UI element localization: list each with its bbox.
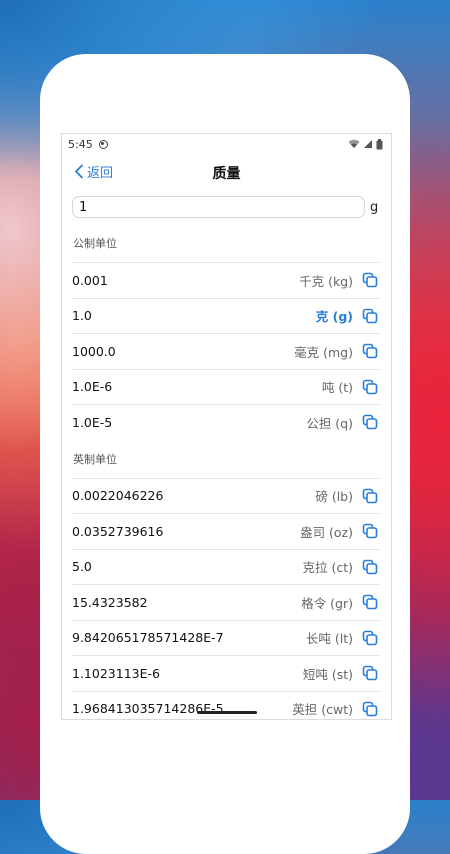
copy-icon xyxy=(362,630,378,646)
unit-label: 克拉 (ct) xyxy=(302,560,353,576)
unit-label: 英担 (cwt) xyxy=(292,702,353,718)
copy-icon xyxy=(362,379,378,395)
unit-row: 5.0 克拉 (ct) xyxy=(72,548,380,585)
copy-button[interactable] xyxy=(361,307,379,325)
copy-button[interactable] xyxy=(361,558,379,576)
unit-value: 15.4323582 xyxy=(72,594,148,610)
copy-icon xyxy=(362,343,378,359)
unit-row: 1.1023113E-6 短吨 (st) xyxy=(72,655,380,691)
unit-label: 盎司 (oz) xyxy=(300,524,353,540)
unit-value: 9.842065178571428E-7 xyxy=(72,630,224,646)
unit-label: 格令 (gr) xyxy=(301,595,353,611)
unit-row: 0.001 千克 (kg) xyxy=(72,262,380,298)
copy-button[interactable] xyxy=(361,629,379,647)
status-app-icon xyxy=(98,139,108,149)
home-indicator xyxy=(197,711,257,714)
unit-sections: 公制单位 0.001 千克 (kg) 1.0 克 (g) 1000.0 毫克 (mg) 1.0… xyxy=(62,224,391,720)
copy-button[interactable] xyxy=(361,487,379,505)
unit-value: 0.001 xyxy=(72,272,108,288)
copy-button[interactable] xyxy=(361,700,379,718)
unit-row: 1.0 克 (g) xyxy=(72,297,380,334)
copy-icon xyxy=(362,594,378,610)
copy-icon xyxy=(362,272,378,288)
nav-bar: 返回 质量 xyxy=(62,154,391,189)
section-header: 公制单位 xyxy=(62,224,391,262)
unit-row: 0.0022046226 磅 (lb) xyxy=(72,477,380,514)
copy-icon xyxy=(362,488,378,504)
copy-button[interactable] xyxy=(361,413,379,431)
unit-label: 短吨 (st) xyxy=(302,666,353,682)
unit-label: 千克 (kg) xyxy=(299,273,353,289)
copy-icon xyxy=(362,523,378,539)
unit-value: 1.0E-5 xyxy=(72,414,113,430)
copy-icon xyxy=(362,559,378,575)
unit-label: 磅 (lb) xyxy=(315,489,353,505)
input-unit: g xyxy=(370,200,379,215)
unit-row: 1000.0 毫克 (mg) xyxy=(72,333,380,369)
copy-icon xyxy=(362,665,378,681)
unit-value: 1.968413035714286E-5 xyxy=(72,701,224,717)
unit-value: 1.0E-6 xyxy=(72,379,113,395)
copy-button[interactable] xyxy=(361,664,379,682)
wifi-icon xyxy=(348,139,360,148)
section-header: 英制单位 xyxy=(62,440,391,478)
copy-button[interactable] xyxy=(361,271,379,289)
unit-row: 1.968413035714286E-5 英担 (cwt) xyxy=(72,690,380,720)
unit-value: 1000.0 xyxy=(72,343,116,359)
app-screen: 5:45 返回 质量 g 公制单位0. xyxy=(61,133,392,720)
signal-icon xyxy=(364,140,372,148)
unit-row: 0.0352739616 盎司 (oz) xyxy=(72,513,380,549)
unit-label: 毫克 (mg) xyxy=(294,344,353,360)
unit-label: 长吨 (lt) xyxy=(305,631,353,647)
unit-label: 克 (g) xyxy=(315,309,353,325)
unit-value: 0.0352739616 xyxy=(72,523,164,539)
unit-row: 9.842065178571428E-7 长吨 (lt) xyxy=(72,619,380,656)
copy-icon xyxy=(362,701,378,717)
chevron-left-icon xyxy=(75,164,83,179)
battery-icon xyxy=(376,138,383,149)
status-bar: 5:45 xyxy=(62,134,391,154)
mass-input[interactable] xyxy=(72,196,365,218)
section-title: 公制单位 xyxy=(73,237,117,250)
unit-label: 公担 (q) xyxy=(306,415,353,431)
copy-icon xyxy=(362,414,378,430)
unit-value: 1.0 xyxy=(72,308,92,324)
unit-value: 5.0 xyxy=(72,559,92,575)
back-button[interactable]: 返回 xyxy=(74,162,113,181)
copy-button[interactable] xyxy=(361,342,379,360)
copy-button[interactable] xyxy=(361,593,379,611)
unit-row: 15.4323582 格令 (gr) xyxy=(72,584,380,620)
section-title: 英制单位 xyxy=(73,452,117,466)
status-time: 5:45 xyxy=(68,137,93,151)
back-label: 返回 xyxy=(87,166,114,181)
unit-row: 1.0E-6 吨 (t) xyxy=(72,368,380,405)
copy-icon xyxy=(362,308,378,324)
copy-button[interactable] xyxy=(361,378,379,396)
unit-row: 1.0E-5 公担 (q) xyxy=(72,404,380,440)
copy-button[interactable] xyxy=(361,522,379,540)
unit-value: 1.1023113E-6 xyxy=(72,665,160,681)
unit-label: 吨 (t) xyxy=(321,380,353,396)
unit-value: 0.0022046226 xyxy=(72,488,164,504)
input-row: g xyxy=(62,189,391,224)
